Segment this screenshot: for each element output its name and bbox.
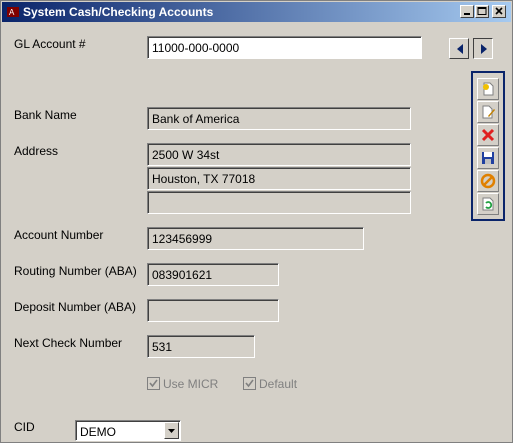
checkmark-icon [245,379,254,388]
delete-record-button[interactable] [477,124,499,146]
cid-select-value: DEMO [80,425,116,439]
deposit-number-label: Deposit Number (ABA) [14,300,137,314]
address-line3-field[interactable] [147,191,411,214]
refresh-icon [482,197,494,211]
gl-account-input[interactable]: 11000-000-0000 [147,36,422,59]
next-arrow-icon [481,44,487,54]
gl-account-label: GL Account # [14,37,86,51]
minimize-icon [464,13,470,15]
address-line1-field[interactable]: 2500 W 34st [147,143,411,166]
close-icon [495,7,503,15]
delete-icon [481,128,495,142]
cancel-icon [480,173,496,189]
account-number-field[interactable]: 123456999 [147,227,364,250]
next-check-number-field[interactable]: 531 [147,335,255,358]
record-toolbar [471,71,505,221]
new-record-icon [483,82,494,96]
prev-arrow-icon [457,44,463,54]
next-record-button[interactable] [473,38,493,59]
deposit-number-field[interactable] [147,299,279,322]
cid-label: CID [14,420,35,434]
new-record-button[interactable] [477,78,499,100]
address-label: Address [14,144,59,158]
window-title: System Cash/Checking Accounts [23,5,214,19]
cid-dropdown-button[interactable] [164,422,179,439]
edit-record-button[interactable] [477,101,499,123]
checkmark-icon [149,379,158,388]
bank-name-field[interactable]: Bank of America [147,107,411,130]
title-bar[interactable]: A System Cash/Checking Accounts [2,2,511,22]
previous-record-button[interactable] [449,38,469,59]
app-icon: A [7,7,19,17]
maximize-button[interactable] [475,5,489,18]
minimize-button[interactable] [460,5,474,18]
account-number-label: Account Number [14,228,104,242]
dropdown-arrow-icon [168,429,175,433]
cid-select[interactable]: DEMO [75,420,181,441]
close-button[interactable] [492,5,506,18]
use-micr-checkbox-box[interactable] [147,377,160,390]
routing-number-label: Routing Number (ABA) [14,264,137,278]
default-label: Default [259,377,298,391]
main-window: A System Cash/Checking Accounts GL Accou… [0,0,513,443]
save-icon [482,152,494,164]
bank-name-label: Bank Name [14,108,77,122]
edit-icon [482,105,495,119]
svg-text:A: A [9,8,15,17]
save-record-button[interactable] [477,147,499,169]
address-line2-field[interactable]: Houston, TX 77018 [147,167,411,190]
refresh-button[interactable] [477,193,499,215]
maximize-icon [477,7,487,15]
use-micr-label: Use MICR [163,377,219,391]
next-check-number-label: Next Check Number [14,336,123,350]
cancel-button[interactable] [477,170,499,192]
routing-number-field[interactable]: 083901621 [147,263,279,286]
default-checkbox-box[interactable] [243,377,256,390]
